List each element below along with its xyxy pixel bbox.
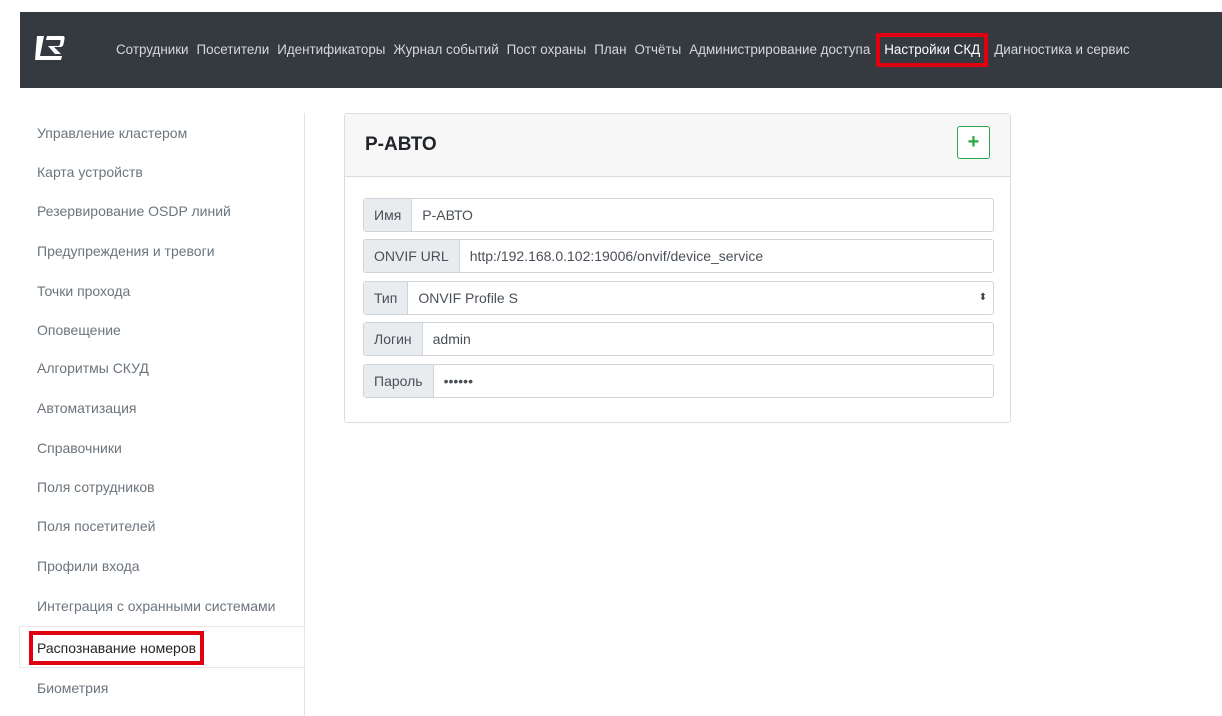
sidebar-item-notification[interactable]: Оповещение: [20, 312, 304, 349]
sidebar-item-label: Карта устройств: [37, 164, 143, 180]
sidebar-item-label: Профили входа: [37, 558, 140, 574]
name-input[interactable]: Р-АВТО: [412, 199, 993, 231]
card-header: Р-АВТО +: [345, 114, 1010, 177]
sidebar-item-device-map[interactable]: Карта устройств: [20, 154, 304, 191]
type-select[interactable]: ONVIF Profile S: [408, 282, 973, 314]
sidebar-item-label: Предупреждения и тревоги: [37, 243, 215, 259]
sidebar-item-label: Оповещение: [37, 322, 121, 338]
add-button[interactable]: +: [957, 126, 990, 159]
plus-icon: +: [967, 131, 980, 153]
sidebar-item-label: Точки прохода: [37, 283, 131, 299]
sidebar-item-login-profiles[interactable]: Профили входа: [20, 548, 304, 585]
sidebar-item-label: Распознавание номеров: [29, 631, 205, 665]
nav-menu: Сотрудники Посетители Идентификаторы Жур…: [112, 12, 1134, 88]
sidebar-item-automation[interactable]: Автоматизация: [20, 390, 304, 427]
sidebar-item-label: Поля сотрудников: [37, 479, 155, 495]
sidebar-item-employee-fields[interactable]: Поля сотрудников: [20, 469, 304, 506]
sidebar-item-security-integration[interactable]: Интеграция с охранными системами: [20, 588, 304, 625]
name-field-label: Имя: [364, 199, 413, 231]
sidebar-item-biometrics[interactable]: Биометрия: [20, 670, 304, 707]
nav-item-access-admin[interactable]: Администрирование доступа: [685, 40, 874, 60]
device-card: Р-АВТО + Имя Р-АВТО ONVIF URL http:/192.…: [344, 113, 1011, 423]
nav-item-event-log[interactable]: Журнал событий: [389, 40, 502, 60]
nav-item-security-post[interactable]: Пост охраны: [503, 40, 591, 60]
type-field: Тип ONVIF Profile S ⬍: [363, 281, 994, 315]
type-field-label: Тип: [364, 282, 409, 314]
sidebar-item-osdp-backup[interactable]: Резервирование OSDP линий: [20, 193, 304, 230]
nav-item-reports[interactable]: Отчёты: [630, 40, 685, 60]
password-field: Пароль ••••••: [363, 364, 994, 398]
top-navbar: Сотрудники Посетители Идентификаторы Жур…: [20, 12, 1222, 88]
sidebar-item-plate-recognition[interactable]: Распознавание номеров: [20, 627, 304, 667]
onvif-url-label: ONVIF URL: [364, 240, 460, 272]
sidebar-item-label: Интеграция с охранными системами: [37, 598, 276, 614]
sidebar-item-label: Биометрия: [37, 680, 109, 696]
nav-item-acs-settings[interactable]: Настройки СКД: [876, 33, 989, 67]
sidebar-item-directories[interactable]: Справочники: [20, 430, 304, 467]
select-updown-icon[interactable]: ⬍: [973, 282, 993, 314]
sidebar-item-access-points[interactable]: Точки прохода: [20, 273, 304, 310]
sidebar-item-label: Резервирование OSDP линий: [37, 203, 231, 219]
nav-item-diagnostics[interactable]: Диагностика и сервис: [990, 40, 1133, 60]
sidebar-item-label: Управление кластером: [37, 125, 188, 141]
sidebar-item-cluster[interactable]: Управление кластером: [20, 115, 304, 152]
nav-item-identifiers[interactable]: Идентификаторы: [273, 40, 389, 60]
password-field-label: Пароль: [364, 365, 434, 397]
nav-item-plan[interactable]: План: [590, 40, 630, 60]
nav-item-visitors[interactable]: Посетители: [193, 40, 274, 60]
login-field: Логин admin: [363, 322, 994, 356]
sidebar-item-label: Алгоритмы СКУД: [37, 360, 149, 376]
onvif-url-input[interactable]: http:/192.168.0.102:19006/onvif/device_s…: [460, 240, 993, 272]
sidebar-item-label: Справочники: [37, 440, 122, 456]
sidebar-item-label: Поля посетителей: [37, 518, 156, 534]
card-title: Р-АВТО: [365, 134, 437, 155]
sidebar-item-visitor-fields[interactable]: Поля посетителей: [20, 508, 304, 545]
sidebar-item-label: Автоматизация: [37, 400, 137, 416]
login-input[interactable]: admin: [423, 323, 993, 355]
password-input[interactable]: ••••••: [434, 365, 993, 397]
sidebar-item-alarms[interactable]: Предупреждения и тревоги: [20, 233, 304, 270]
onvif-url-field: ONVIF URL http:/192.168.0.102:19006/onvi…: [363, 239, 994, 273]
logo-icon[interactable]: [34, 32, 66, 64]
login-field-label: Логин: [364, 323, 423, 355]
settings-sidebar: Управление кластером Карта устройств Рез…: [20, 113, 305, 716]
sidebar-item-acs-algorithms[interactable]: Алгоритмы СКУД: [20, 350, 304, 387]
nav-item-employees[interactable]: Сотрудники: [112, 40, 193, 60]
name-field: Имя Р-АВТО: [363, 198, 994, 232]
